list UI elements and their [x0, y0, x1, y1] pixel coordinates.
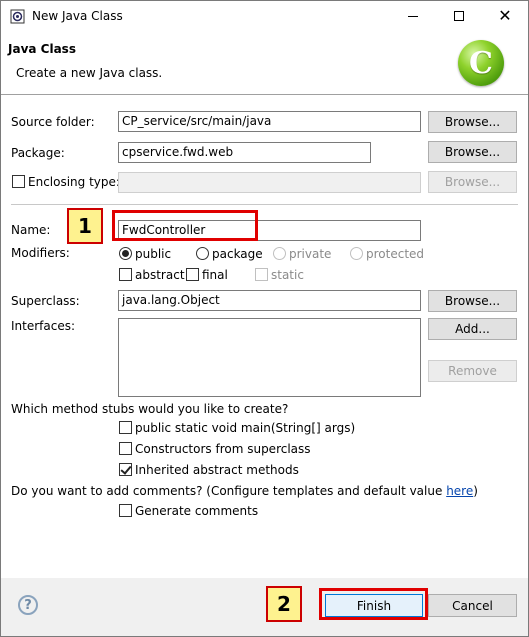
new-java-class-dialog: New Java Class ✕ Java Class Create a new…	[0, 0, 529, 637]
stub-constructors-label: Constructors from superclass	[135, 442, 311, 456]
package-input[interactable]: cpservice.fwd.web	[118, 142, 371, 163]
modifier-private-radio[interactable]	[273, 247, 286, 260]
close-icon: ✕	[498, 6, 512, 25]
interfaces-label: Interfaces:	[11, 319, 76, 333]
source-folder-browse-button[interactable]: Browse...	[428, 111, 517, 133]
finish-highlight-box	[319, 588, 428, 620]
stub-inherited-label: Inherited abstract methods	[135, 463, 299, 477]
interfaces-add-button[interactable]: Add...	[428, 318, 517, 340]
maximize-icon	[454, 11, 464, 21]
help-icon[interactable]: ?	[18, 595, 38, 615]
comments-question-text: Do you want to add comments? (Configure …	[11, 484, 447, 498]
minimize-icon	[408, 15, 418, 17]
generate-comments-checkbox[interactable]	[119, 504, 132, 517]
comments-question: Do you want to add comments? (Configure …	[11, 484, 478, 498]
superclass-label: Superclass:	[11, 294, 80, 308]
modifier-protected-radio[interactable]	[350, 247, 363, 260]
modifier-abstract-checkbox[interactable]	[119, 268, 132, 281]
modifier-private-label: private	[289, 247, 332, 261]
name-highlight-box	[112, 210, 258, 241]
modifier-public-label: public	[135, 247, 172, 261]
eclipse-app-icon	[10, 9, 25, 24]
stub-constructors-checkbox[interactable]	[119, 442, 132, 455]
interfaces-remove-button[interactable]: Remove	[428, 360, 517, 382]
source-folder-input[interactable]: CP_service/src/main/java	[118, 111, 421, 132]
method-stubs-question: Which method stubs would you like to cre…	[11, 402, 289, 416]
package-label: Package:	[11, 146, 65, 160]
minimize-button[interactable]	[390, 1, 436, 31]
modifiers-label: Modifiers:	[11, 246, 70, 260]
modifier-final-checkbox[interactable]	[186, 268, 199, 281]
window-title: New Java Class	[32, 9, 123, 23]
modifier-package-label: package	[212, 247, 263, 261]
enclosing-type-checkbox[interactable]	[12, 175, 25, 188]
modifier-static-label: static	[271, 268, 304, 282]
superclass-input[interactable]: java.lang.Object	[118, 290, 421, 311]
generate-comments-label: Generate comments	[135, 504, 259, 518]
enclosing-type-input[interactable]	[118, 172, 421, 193]
modifier-static-checkbox[interactable]	[255, 268, 268, 281]
cancel-button[interactable]: Cancel	[428, 594, 517, 617]
wizard-title: Java Class	[8, 42, 76, 56]
modifier-public-radio[interactable]	[119, 247, 132, 260]
package-browse-button[interactable]: Browse...	[428, 141, 517, 163]
modifier-final-label: final	[202, 268, 228, 282]
title-bar: New Java Class ✕	[1, 1, 528, 32]
maximize-button[interactable]	[436, 1, 482, 31]
source-folder-label: Source folder:	[11, 115, 95, 129]
enclosing-type-label: Enclosing type:	[28, 175, 120, 189]
name-label: Name:	[11, 223, 51, 237]
modifier-package-radio[interactable]	[196, 247, 209, 260]
modifier-protected-label: protected	[366, 247, 425, 261]
stub-main-checkbox[interactable]	[119, 421, 132, 434]
step-marker-1: 1	[67, 208, 103, 244]
comments-question-close: )	[473, 484, 478, 498]
enclosing-type-browse-button[interactable]: Browse...	[428, 171, 517, 193]
java-class-badge-icon: C	[458, 40, 504, 86]
stub-inherited-checkbox[interactable]	[119, 463, 132, 476]
superclass-browse-button[interactable]: Browse...	[428, 290, 517, 312]
stub-main-label: public static void main(String[] args)	[135, 421, 356, 435]
configure-templates-link[interactable]: here	[446, 484, 473, 498]
interfaces-list[interactable]	[118, 318, 421, 397]
modifier-abstract-label: abstract	[135, 268, 185, 282]
step-marker-2: 2	[266, 586, 302, 622]
wizard-header: Java Class Create a new Java class. C	[1, 32, 528, 93]
close-button[interactable]: ✕	[482, 1, 528, 31]
wizard-description: Create a new Java class.	[16, 66, 163, 80]
header-divider	[1, 94, 528, 95]
section-divider	[11, 204, 518, 205]
